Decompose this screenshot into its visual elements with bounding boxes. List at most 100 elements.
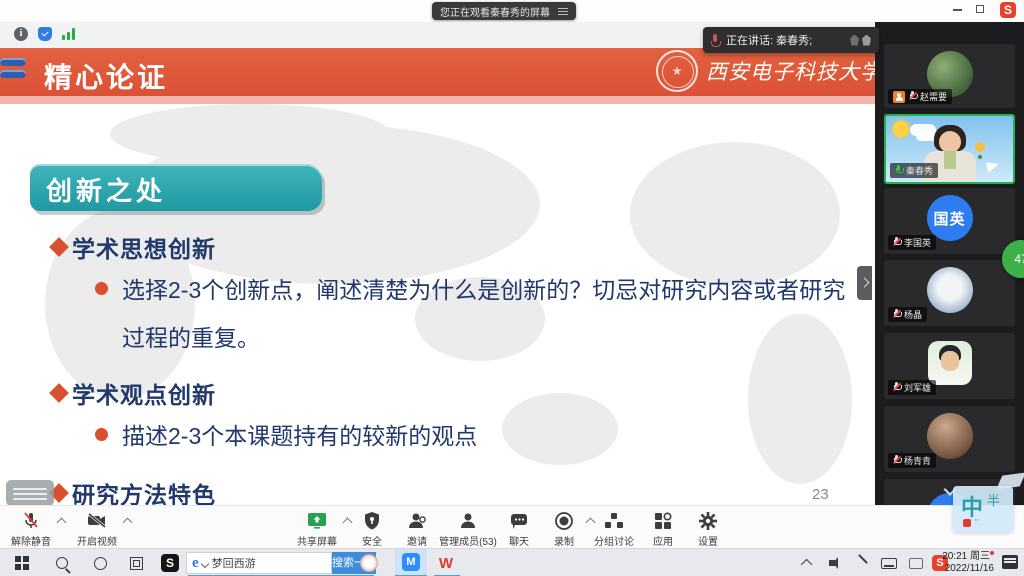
screen-share-banner: 您正在观看秦春秀的屏幕 S [0, 0, 1024, 22]
share-menu-icon[interactable] [558, 6, 568, 17]
keyboard-icon [881, 558, 897, 569]
tray-touch-keyboard-button[interactable] [878, 549, 900, 576]
network-signal-icon [62, 28, 76, 40]
ie-icon: e [192, 555, 199, 572]
participant-nameplate: 李国英 [888, 235, 936, 250]
manage-members-button[interactable]: 管理成员(53) [436, 510, 500, 548]
speaking-mic-icon [711, 34, 719, 47]
chat-button[interactable]: 聊天 [499, 510, 539, 548]
security-button[interactable]: 安全 [352, 510, 392, 548]
search-query-text: 梦回西游 [212, 555, 256, 571]
participant-name: 杨青青 [904, 454, 931, 467]
wps-taskbar-button[interactable]: W [432, 549, 460, 576]
panel-collapse-handle[interactable] [857, 266, 872, 300]
meeting-info-icon[interactable]: i [14, 27, 28, 41]
unmute-button[interactable]: 解除静音 [6, 510, 56, 548]
shared-slide: 精心论证 西安电子科技大学 创新之处 [0, 48, 875, 505]
control-label: 设置 [698, 537, 718, 548]
control-label: 聊天 [509, 537, 529, 548]
apps-button[interactable]: 应用 [643, 510, 683, 548]
meeting-controls-bar: 解除静音 开启视频 共享屏幕 安全 邀 [0, 505, 1024, 548]
participant-tile[interactable]: 赵需要 [884, 44, 1015, 108]
control-label: 管理成员(53) [439, 537, 497, 548]
detail-text: 选择2-3个创新点，阐述清楚为什么是创新的？切忌对研究内容或者研究过程的重复。 [122, 266, 847, 362]
diamond-bullet-icon [49, 237, 69, 257]
ime-status-popup[interactable]: 中 半 '' [953, 486, 1013, 532]
meeting-app-taskbar-button[interactable]: M [395, 549, 427, 575]
participant-nameplate: 杨晶 [888, 307, 927, 322]
notification-dot [990, 551, 994, 555]
control-label: 分组讨论 [594, 537, 634, 548]
start-button[interactable] [8, 549, 36, 576]
participant-tile[interactable]: 杨青青 [884, 406, 1015, 472]
participant-name: 刘军雄 [904, 381, 931, 394]
windows-taskbar: S e 梦回西游 搜索一下 M W S 20:21 周三 2022/11/16 [0, 548, 1024, 576]
news-search-widget[interactable]: e 梦回西游 [186, 552, 332, 574]
bullet-detail-1: 选择2-3个创新点，阐述清楚为什么是创新的？切忌对研究内容或者研究过程的重复。 [95, 266, 847, 362]
share-screen-button[interactable]: 共享屏幕 [292, 510, 342, 548]
raise-hand-icons [850, 35, 871, 46]
pinned-app-s[interactable]: S [156, 549, 184, 576]
tray-hidden-icons-button[interactable] [798, 549, 818, 576]
pinned-app-stamp[interactable] [355, 549, 383, 576]
ime-halfwidth-mode: 半 [987, 490, 1000, 509]
sogou-corner-icon[interactable]: S [1000, 2, 1016, 18]
mic-on-icon [895, 165, 902, 176]
breakout-rooms-button[interactable]: 分组讨论 [588, 510, 640, 548]
presentation-tool-button[interactable] [6, 480, 54, 505]
mic-muted-icon [893, 455, 900, 466]
share-screen-icon [292, 510, 342, 531]
task-view-button[interactable] [122, 549, 150, 576]
chat-bubble-icon [499, 510, 539, 531]
bullet-heading-1: 学术思想创新 [52, 230, 216, 264]
control-label: 解除静音 [11, 537, 51, 548]
cortana-button[interactable] [86, 549, 114, 576]
ime-extra-icon: '' [975, 518, 978, 527]
taskbar-clock[interactable]: 20:21 周三 2022/11/16 [942, 551, 994, 575]
tray-pen-button[interactable] [852, 549, 872, 576]
settings-button[interactable]: 设置 [688, 510, 728, 548]
clock-time: 20:21 周三 [942, 551, 990, 562]
action-center-icon[interactable] [1002, 555, 1018, 569]
video-options-caret-icon[interactable] [123, 518, 133, 528]
heading-text: 研究方法特色 [72, 476, 216, 505]
restore-window-icon[interactable] [976, 5, 984, 13]
tray-ime-button[interactable] [906, 549, 926, 576]
mic-muted-icon [893, 309, 900, 320]
participant-name: 赵需要 [920, 90, 947, 103]
minimize-icon[interactable] [953, 9, 962, 11]
section-title: 创新之处 [30, 164, 322, 208]
control-label: 开启视频 [77, 537, 117, 548]
mic-muted-icon [893, 237, 900, 248]
encryption-shield-icon[interactable] [38, 27, 52, 41]
taskbar-search-button[interactable] [48, 549, 76, 576]
participant-tile-active-speaker[interactable]: 秦春秀 [884, 114, 1015, 184]
record-button[interactable]: 录制 [544, 510, 584, 548]
mic-options-caret-icon[interactable] [57, 518, 67, 528]
screen: 您正在观看秦春秀的屏幕 S i 演讲者视图 正在讲话: 秦春秀; 精心论证 西安… [0, 0, 1024, 576]
tray-volume-button[interactable] [826, 549, 846, 576]
heading-text: 学术思想创新 [72, 230, 216, 264]
share-options-caret-icon[interactable] [343, 518, 353, 528]
mic-muted-icon [909, 91, 916, 102]
participant-tile[interactable]: 国英 李国英 [884, 188, 1015, 254]
avatar [928, 341, 972, 385]
mic-muted-icon [893, 382, 900, 393]
settings-gear-icon [688, 510, 728, 531]
participant-tile[interactable]: 刘军雄 [884, 333, 1015, 399]
windows-logo-icon [15, 556, 29, 570]
s-app-icon: S [161, 554, 179, 572]
meeting-app-icon: M [402, 553, 420, 571]
diamond-bullet-icon [49, 383, 69, 403]
ime-indicator-icon [909, 558, 923, 569]
bullet-heading-2: 学术观点创新 [52, 376, 216, 410]
participant-tile[interactable]: 杨晶 [884, 260, 1015, 326]
control-label: 录制 [554, 537, 574, 548]
apps-grid-icon [643, 510, 683, 531]
watching-pill[interactable]: 您正在观看秦春秀的屏幕 [432, 2, 576, 20]
invite-button[interactable]: 邀请 [397, 510, 437, 548]
slide-body: 创新之处 学术思想创新 选择2-3个创新点，阐述清楚为什么是创新的？切忌对研究内… [0, 104, 875, 505]
control-label: 邀请 [407, 537, 427, 548]
start-video-button[interactable]: 开启视频 [72, 510, 122, 548]
header-accent-strip [0, 96, 875, 104]
